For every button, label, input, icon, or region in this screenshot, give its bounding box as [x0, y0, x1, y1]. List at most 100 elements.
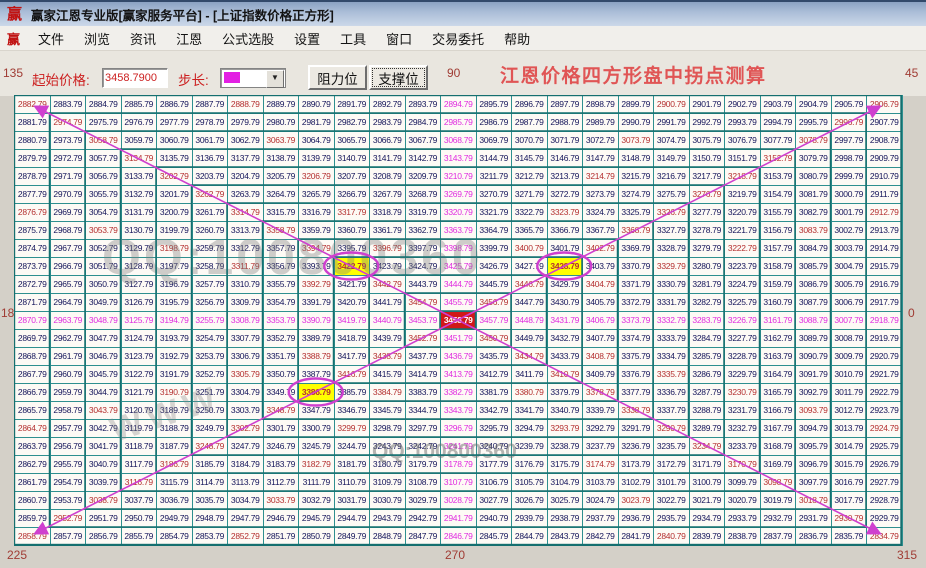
grid-cell[interactable]: 3067.79	[406, 132, 442, 150]
grid-cell[interactable]: 2911.79	[867, 186, 903, 204]
grid-cell[interactable]: 3002.79	[832, 222, 868, 240]
grid-cell[interactable]: 3033.79	[264, 492, 300, 510]
grid-cell[interactable]: 2999.79	[832, 168, 868, 186]
grid-cell[interactable]: 3302.79	[228, 420, 264, 438]
grid-cell[interactable]: 3037.79	[122, 492, 158, 510]
grid-cell[interactable]: 2878.79	[15, 168, 51, 186]
grid-cell[interactable]: 3190.79	[157, 384, 193, 402]
grid-cell[interactable]: 3050.79	[86, 276, 122, 294]
grid-cell[interactable]: 3058.79	[86, 132, 122, 150]
grid-cell[interactable]: 3402.79	[583, 240, 619, 258]
grid-cell[interactable]: 2880.79	[15, 132, 51, 150]
grid-cell[interactable]: 2864.79	[15, 420, 51, 438]
grid-cell[interactable]: 3277.79	[690, 204, 726, 222]
grid-cell[interactable]: 2905.79	[832, 96, 868, 114]
grid-cell[interactable]: 3102.79	[619, 474, 655, 492]
grid-cell[interactable]: 2908.79	[867, 132, 903, 150]
grid-cell[interactable]: 2850.79	[299, 528, 335, 546]
grid-cell[interactable]: 3404.79	[583, 276, 619, 294]
grid-cell[interactable]: 2857.79	[51, 528, 87, 546]
grid-cell[interactable]: 3187.79	[157, 438, 193, 456]
menu-item[interactable]: 交易委托	[422, 27, 494, 50]
grid-cell[interactable]: 3110.79	[335, 474, 371, 492]
grid-cell[interactable]: 3301.79	[264, 420, 300, 438]
grid-cell[interactable]: 3227.79	[725, 330, 761, 348]
grid-cell[interactable]: 2883.79	[51, 96, 87, 114]
grid-cell[interactable]: 2925.79	[867, 438, 903, 456]
grid-cell[interactable]: 2926.79	[867, 456, 903, 474]
grid-cell[interactable]: 2906.79	[867, 96, 903, 114]
grid-cell[interactable]: 3051.79	[86, 258, 122, 276]
grid-cell[interactable]: 3365.79	[512, 222, 548, 240]
grid-cell[interactable]: 2968.79	[51, 222, 87, 240]
grid-cell[interactable]: 3056.79	[86, 168, 122, 186]
grid-cell[interactable]: 3447.79	[512, 294, 548, 312]
grid-cell[interactable]: 3017.79	[832, 492, 868, 510]
grid-cell[interactable]: 3143.79	[441, 150, 477, 168]
grid-cell[interactable]: 3210.79	[441, 168, 477, 186]
grid-cell[interactable]: 3326.79	[654, 204, 690, 222]
grid-cell[interactable]: 2946.79	[264, 510, 300, 528]
grid-cell[interactable]: 3090.79	[796, 348, 832, 366]
grid-cell[interactable]: 3218.79	[725, 168, 761, 186]
grid-cell[interactable]: 3319.79	[406, 204, 442, 222]
grid-cell[interactable]: 3057.79	[86, 150, 122, 168]
grid-cell[interactable]: 2993.79	[725, 114, 761, 132]
grid-cell[interactable]: 3349.79	[264, 384, 300, 402]
grid-cell[interactable]: 2963.79	[51, 312, 87, 330]
grid-cell[interactable]: 3414.79	[406, 366, 442, 384]
grid-cell[interactable]: 3191.79	[157, 366, 193, 384]
grid-cell[interactable]: 3098.79	[761, 474, 797, 492]
grid-cell[interactable]: 3194.79	[157, 312, 193, 330]
grid-cell[interactable]: 3007.79	[832, 312, 868, 330]
grid-cell[interactable]: 2896.79	[512, 96, 548, 114]
grid-cell[interactable]: 3114.79	[193, 474, 229, 492]
grid-cell[interactable]: 2965.79	[51, 276, 87, 294]
grid-cell[interactable]: 3444.79	[441, 276, 477, 294]
grid-cell[interactable]: 3088.79	[796, 312, 832, 330]
grid-cell[interactable]: 3329.79	[654, 258, 690, 276]
grid-cell[interactable]: 2997.79	[832, 132, 868, 150]
grid-cell[interactable]: 3178.79	[441, 456, 477, 474]
grid-cell[interactable]: 2954.79	[51, 474, 87, 492]
grid-cell[interactable]: 2840.79	[654, 528, 690, 546]
grid-cell[interactable]: 2841.79	[619, 528, 655, 546]
grid-cell[interactable]: 2898.79	[583, 96, 619, 114]
grid-cell[interactable]: 3097.79	[796, 474, 832, 492]
grid-cell[interactable]: 3361.79	[370, 222, 406, 240]
grid-cell[interactable]: 3314.79	[228, 204, 264, 222]
grid-cell[interactable]: 3092.79	[796, 384, 832, 402]
grid-cell[interactable]: 3080.79	[796, 168, 832, 186]
grid-cell[interactable]: 3275.79	[654, 186, 690, 204]
grid-cell[interactable]: 3013.79	[832, 420, 868, 438]
grid-cell[interactable]: 3298.79	[370, 420, 406, 438]
grid-cell[interactable]: 2836.79	[796, 528, 832, 546]
grid-cell[interactable]: 3269.79	[441, 186, 477, 204]
grid-cell[interactable]: 3043.79	[86, 402, 122, 420]
grid-cell[interactable]: 3352.79	[264, 330, 300, 348]
grid-cell[interactable]: 3323.79	[548, 204, 584, 222]
grid-cell[interactable]: 3175.79	[548, 456, 584, 474]
grid-cell[interactable]: 2879.79	[15, 150, 51, 168]
grid-cell[interactable]: 2980.79	[264, 114, 300, 132]
grid-cell[interactable]: 3415.79	[370, 366, 406, 384]
grid-cell[interactable]: 2900.79	[654, 96, 690, 114]
grid-cell[interactable]: 2937.79	[583, 510, 619, 528]
grid-cell[interactable]: 3073.79	[619, 132, 655, 150]
grid-cell[interactable]: 3337.79	[654, 402, 690, 420]
grid-cell[interactable]: 3418.79	[335, 330, 371, 348]
grid-cell[interactable]: 3450.79	[477, 330, 513, 348]
grid-cell[interactable]: 3082.79	[796, 204, 832, 222]
grid-cell[interactable]: 2943.79	[370, 510, 406, 528]
grid-cell[interactable]: 2853.79	[193, 528, 229, 546]
grid-cell[interactable]: 3071.79	[548, 132, 584, 150]
grid-cell[interactable]: 2893.79	[406, 96, 442, 114]
grid-cell[interactable]: 3285.79	[690, 348, 726, 366]
grid-cell[interactable]: 2885.79	[122, 96, 158, 114]
grid-cell[interactable]: 2966.79	[51, 258, 87, 276]
menu-item[interactable]: 公式选股	[212, 27, 284, 50]
grid-cell[interactable]: 3306.79	[228, 348, 264, 366]
grid-cell[interactable]: 3182.79	[299, 456, 335, 474]
grid-cell[interactable]: 3416.79	[335, 366, 371, 384]
grid-cell[interactable]: 3122.79	[122, 366, 158, 384]
